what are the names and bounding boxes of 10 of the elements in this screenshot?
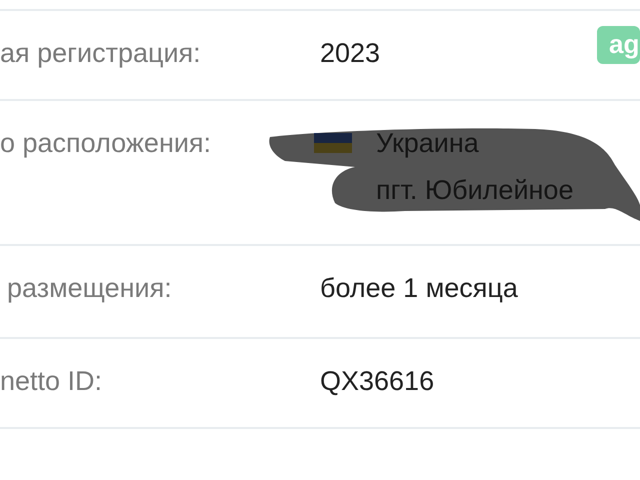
field-value: более 1 месяца [320, 272, 518, 304]
field-value: 2023 [320, 37, 380, 69]
field-label: netto ID: [0, 365, 104, 397]
field-value: Украина [376, 127, 479, 159]
field-value: пгт. Юбилейное [376, 174, 574, 206]
field-label: ая регистрация: [0, 37, 202, 69]
field-value: QX36616 [320, 365, 434, 397]
badge: ag [597, 26, 640, 64]
field-label: о расположения: [0, 127, 212, 159]
field-label: размещения: [6, 272, 173, 304]
